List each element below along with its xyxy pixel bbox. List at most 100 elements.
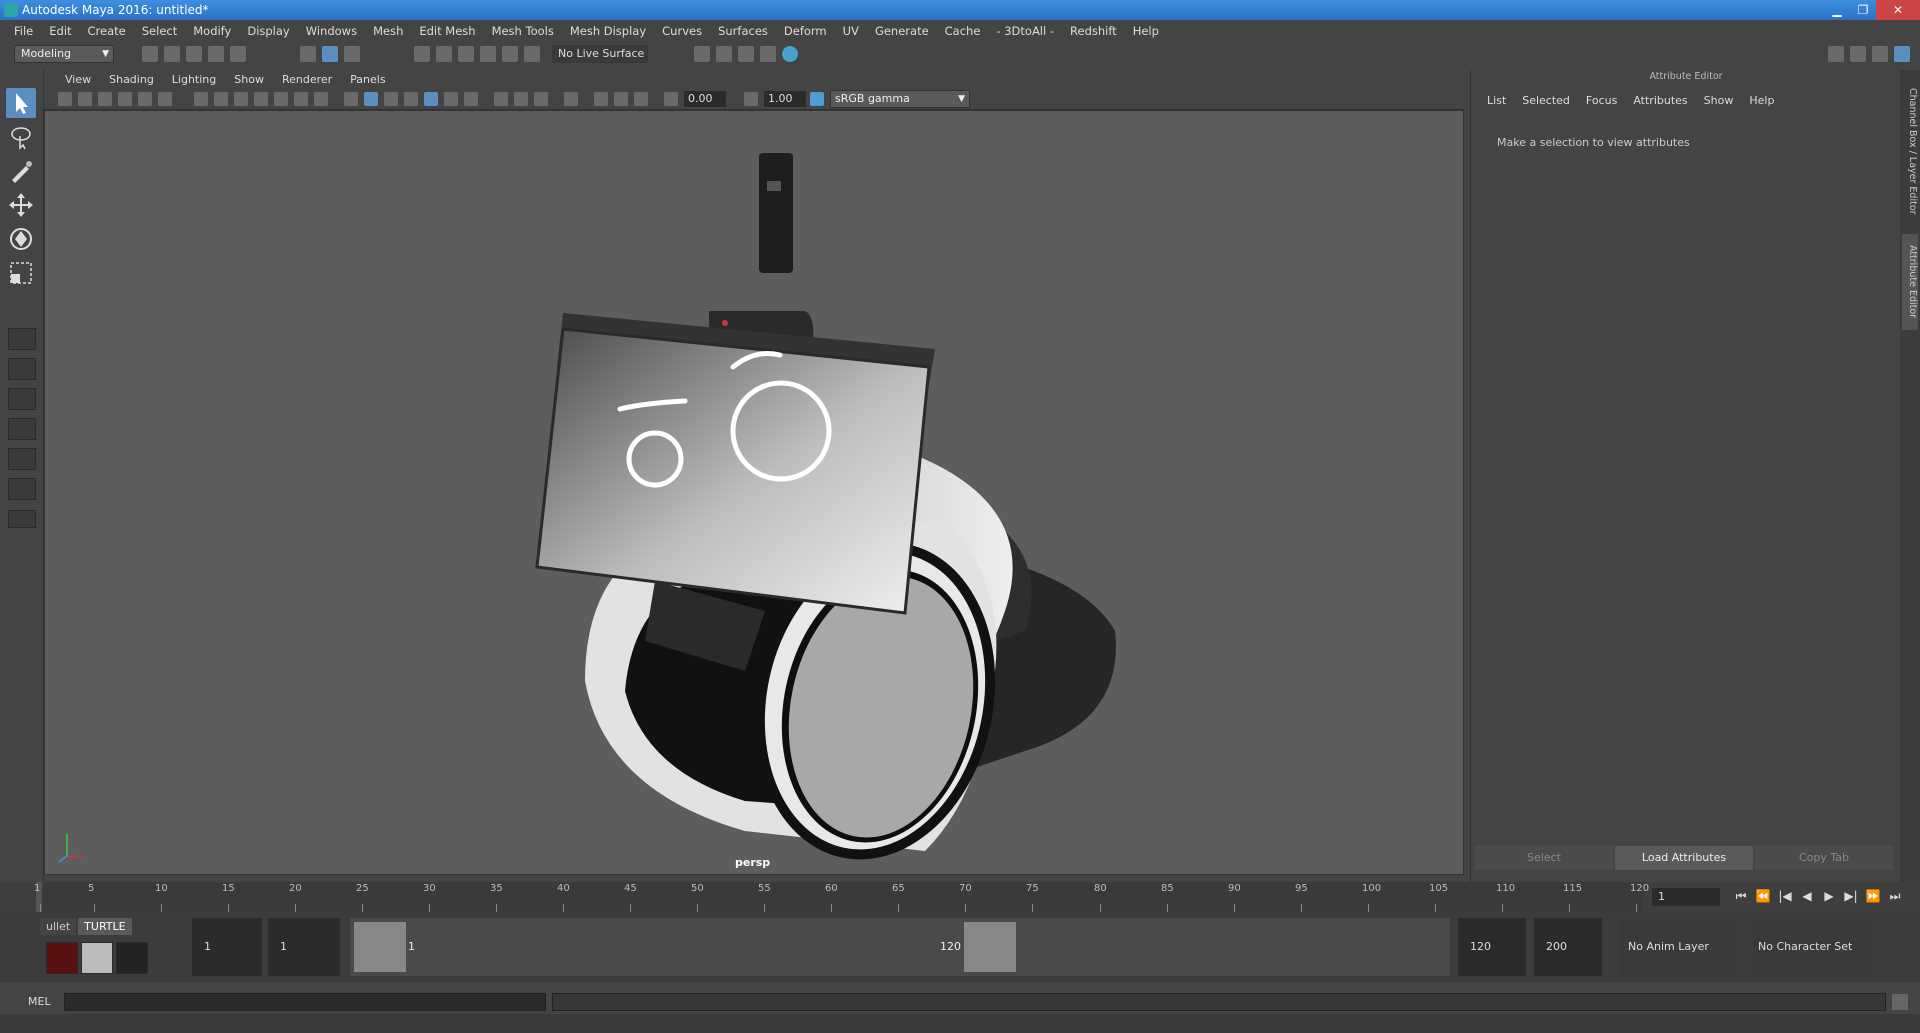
script-language-label[interactable]: MEL (28, 995, 51, 1008)
menu-uv[interactable]: UV (835, 24, 867, 38)
scale-tool-icon[interactable] (6, 258, 36, 288)
playback-end-field[interactable]: 120 (1458, 918, 1526, 976)
character-set-dropdown[interactable]: No Character Set (1750, 918, 1874, 976)
snap-to-curve-icon[interactable] (436, 46, 452, 62)
menu-edit-mesh[interactable]: Edit Mesh (411, 24, 483, 38)
menu-modify[interactable]: Modify (185, 24, 239, 38)
bookmark-icon[interactable] (98, 92, 112, 106)
color-management-icon[interactable] (810, 92, 824, 106)
safe-action-icon[interactable] (294, 92, 308, 106)
2d-pan-zoom-icon[interactable] (138, 92, 152, 106)
timeline-track[interactable]: 1 5 10 15 20 25 30 35 40 45 50 55 60 65 70 75 80 85 90 95 10… (34, 882, 1649, 912)
panel-menu-lighting[interactable]: Lighting (163, 73, 225, 86)
shadows-icon[interactable] (464, 92, 478, 106)
x-ray-joints-icon[interactable] (614, 92, 628, 106)
menu-file[interactable]: File (6, 24, 41, 38)
single-perspective-layout-icon[interactable] (8, 328, 36, 350)
channel-box-toggle-icon[interactable] (1894, 46, 1910, 62)
isolate-select-icon[interactable] (564, 92, 578, 106)
panel-menu-shading[interactable]: Shading (100, 73, 163, 86)
textured-icon[interactable] (424, 92, 438, 106)
snap-together-icon[interactable] (524, 46, 540, 62)
paint-select-tool-icon[interactable] (6, 156, 36, 186)
field-chart-icon[interactable] (274, 92, 288, 106)
menu-create[interactable]: Create (80, 24, 134, 38)
select-by-component-icon[interactable] (344, 46, 360, 62)
save-scene-icon[interactable] (186, 46, 202, 62)
menu-mesh-tools[interactable]: Mesh Tools (484, 24, 562, 38)
snap-to-grid-icon[interactable] (414, 46, 430, 62)
attr-menu-selected[interactable]: Selected (1514, 94, 1578, 107)
panel-menu-panels[interactable]: Panels (341, 73, 394, 86)
move-tool-icon[interactable] (6, 190, 36, 220)
menu-3dtoall[interactable]: - 3DtoAll - (988, 24, 1062, 38)
menu-mesh-display[interactable]: Mesh Display (562, 24, 654, 38)
maximize-button[interactable]: ❐ (1850, 0, 1876, 20)
anti-aliasing-icon[interactable] (534, 92, 548, 106)
menu-select[interactable]: Select (134, 24, 185, 38)
attr-menu-help[interactable]: Help (1741, 94, 1782, 107)
render-settings-icon[interactable] (694, 46, 710, 62)
attr-menu-attributes[interactable]: Attributes (1625, 94, 1695, 107)
undo-icon[interactable] (208, 46, 224, 62)
new-scene-icon[interactable] (142, 46, 158, 62)
script-editor-icon[interactable] (1892, 994, 1908, 1010)
grease-pencil-icon[interactable] (158, 92, 172, 106)
gamma-icon[interactable] (744, 92, 758, 106)
film-gate-icon[interactable] (214, 92, 228, 106)
grid-icon[interactable] (194, 92, 208, 106)
go-to-end-icon[interactable]: ⏭ (1884, 889, 1906, 904)
menu-curves[interactable]: Curves (654, 24, 710, 38)
baking-icon[interactable] (81, 942, 113, 974)
menu-set-dropdown[interactable]: Modeling ▼ (14, 45, 114, 63)
use-default-material-icon[interactable] (384, 92, 398, 106)
play-backwards-icon[interactable]: ◀ (1796, 889, 1818, 904)
attr-menu-show[interactable]: Show (1696, 94, 1742, 107)
wireframe-icon[interactable] (344, 92, 358, 106)
load-attributes-button[interactable]: Load Attributes (1615, 846, 1753, 870)
range-slider-bar[interactable]: 1 120 (350, 918, 1450, 976)
animation-start-field[interactable]: 1 (192, 918, 262, 976)
lasso-tool-icon[interactable] (6, 122, 36, 152)
menu-windows[interactable]: Windows (298, 24, 365, 38)
menu-edit[interactable]: Edit (41, 24, 79, 38)
exposure-icon[interactable] (664, 92, 678, 106)
shelf-tab-bullet[interactable]: ullet (40, 918, 77, 935)
gamma-field[interactable]: 1.00 (764, 91, 806, 107)
step-back-key-icon[interactable]: ⏪ (1752, 889, 1774, 904)
attribute-editor-toggle-icon[interactable] (1850, 46, 1866, 62)
smooth-shade-icon[interactable] (364, 92, 378, 106)
open-scene-icon[interactable] (164, 46, 180, 62)
command-input[interactable] (64, 993, 546, 1011)
make-live-icon[interactable] (502, 46, 518, 62)
menu-mesh[interactable]: Mesh (365, 24, 411, 38)
menu-help[interactable]: Help (1125, 24, 1167, 38)
animation-end-field[interactable]: 200 (1534, 918, 1602, 976)
select-by-hierarchy-icon[interactable] (300, 46, 316, 62)
menu-surfaces[interactable]: Surfaces (710, 24, 776, 38)
channel-box-tab[interactable]: Channel Box / Layer Editor (1902, 76, 1918, 226)
anim-layer-dropdown[interactable]: No Anim Layer (1620, 918, 1734, 976)
motion-blur-icon[interactable] (514, 92, 528, 106)
current-frame-field[interactable]: 1 (1652, 888, 1720, 906)
menu-deform[interactable]: Deform (776, 24, 835, 38)
step-forward-frame-icon[interactable]: ▶| (1840, 889, 1862, 904)
menu-cache[interactable]: Cache (937, 24, 989, 38)
image-plane-icon[interactable] (118, 92, 132, 106)
select-by-object-icon[interactable] (322, 46, 338, 62)
persp-hypershade-layout-icon[interactable] (8, 448, 36, 470)
exposure-field[interactable]: 0.00 (684, 91, 726, 107)
step-forward-key-icon[interactable]: ⏩ (1862, 889, 1884, 904)
snap-to-point-icon[interactable] (458, 46, 474, 62)
material-ball-icon[interactable] (116, 942, 148, 974)
attribute-editor-tab[interactable]: Attribute Editor (1902, 234, 1918, 330)
menu-redshift[interactable]: Redshift (1062, 24, 1125, 38)
panel-menu-renderer[interactable]: Renderer (273, 73, 341, 86)
panel-menu-view[interactable]: View (56, 73, 100, 86)
snap-to-view-plane-icon[interactable] (480, 46, 496, 62)
more-layouts-icon[interactable] (8, 510, 36, 528)
persp-outliner-layout-icon[interactable] (8, 388, 36, 410)
redo-icon[interactable] (230, 46, 246, 62)
range-start-handle[interactable] (354, 922, 406, 972)
x-ray-icon[interactable] (594, 92, 608, 106)
